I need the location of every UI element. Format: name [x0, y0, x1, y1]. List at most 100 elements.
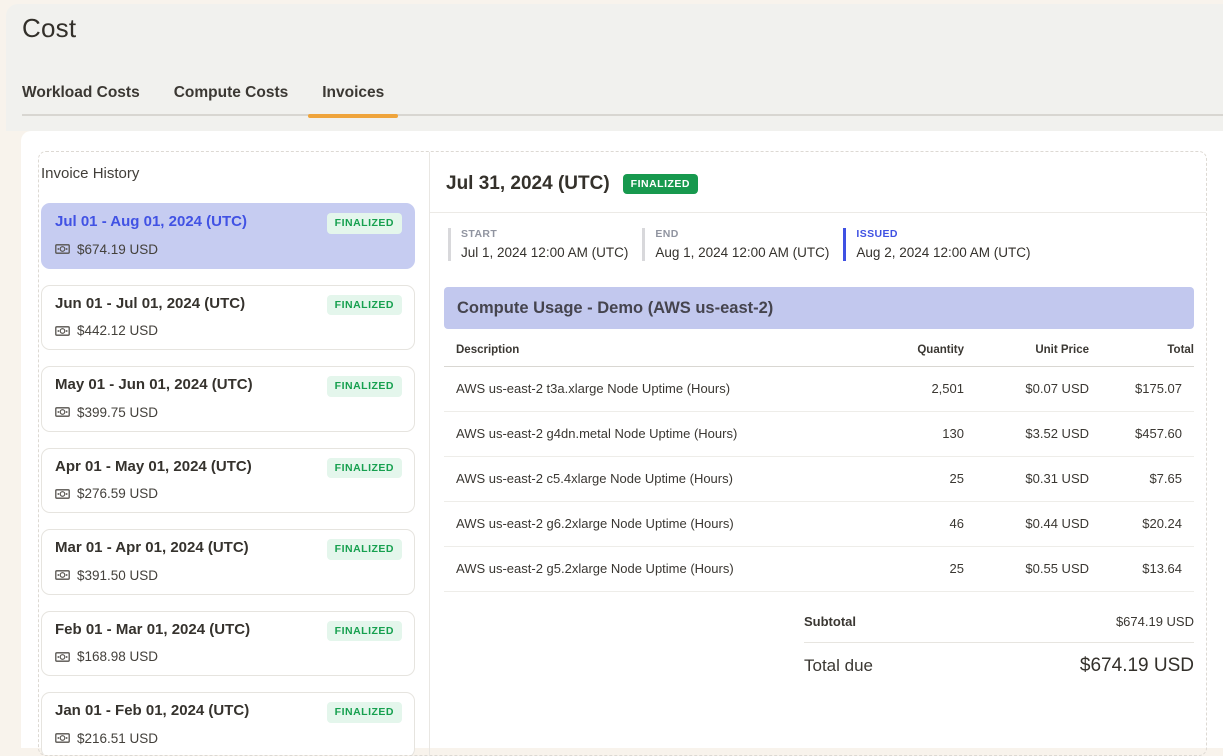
- usage-description: AWS us-east-2 g4dn.metal Node Uptime (Ho…: [444, 412, 824, 457]
- invoices-content-frame: Invoice History Jul 01 - Aug 01, 2024 (U…: [38, 151, 1207, 756]
- meta-label: END: [655, 228, 829, 241]
- usage-quantity: 130: [824, 412, 964, 457]
- invoice-date-range: Feb 01 - Mar 01, 2024 (UTC): [55, 621, 250, 639]
- page-title: Cost: [22, 13, 76, 44]
- usage-table-row: AWS us-east-2 g5.2xlarge Node Uptime (Ho…: [444, 547, 1194, 592]
- invoice-amount: $399.75 USD: [77, 404, 158, 421]
- subtotal-value: $674.19 USD: [1116, 614, 1194, 629]
- finalized-status-badge: FINALIZED: [327, 621, 402, 642]
- cash-icon: [55, 651, 70, 663]
- usage-column-header: Unit Price: [964, 329, 1089, 367]
- invoice-amount-row: $276.59 USD: [55, 485, 402, 502]
- usage-unit-price: $0.31 USD: [964, 457, 1089, 502]
- usage-unit-price: $0.44 USD: [964, 502, 1089, 547]
- usage-total: $13.64: [1089, 547, 1194, 592]
- usage-quantity: 2,501: [824, 367, 964, 412]
- usage-total: $7.65: [1089, 457, 1194, 502]
- cash-icon: [55, 243, 70, 255]
- usage-column-header: Total: [1089, 329, 1194, 367]
- invoice-card[interactable]: Jul 01 - Aug 01, 2024 (UTC) FINALIZED $6…: [41, 203, 415, 269]
- usage-total: $20.24: [1089, 502, 1194, 547]
- total-due-row: Total due $674.19 USD: [804, 643, 1194, 677]
- invoice-card[interactable]: Jan 01 - Feb 01, 2024 (UTC) FINALIZED $2…: [41, 692, 415, 756]
- meta-value: Aug 2, 2024 12:00 AM (UTC): [856, 244, 1030, 261]
- tab-label: Workload Costs: [22, 84, 140, 101]
- usage-table: Description Quantity Unit Price Total A: [444, 329, 1194, 592]
- meta-label: START: [461, 228, 628, 241]
- usage-quantity: 25: [824, 457, 964, 502]
- invoice-detail-header: Jul 31, 2024 (UTC) FINALIZED: [430, 152, 1206, 213]
- invoice-card-top: Jul 01 - Aug 01, 2024 (UTC) FINALIZED: [55, 213, 402, 234]
- usage-total: $175.07: [1089, 367, 1194, 412]
- invoice-card-top: Apr 01 - May 01, 2024 (UTC) FINALIZED: [55, 458, 402, 479]
- finalized-status-badge: FINALIZED: [623, 174, 698, 195]
- invoice-totals: Subtotal $674.19 USD Total due $674.19 U…: [804, 614, 1194, 677]
- tab[interactable]: Workload Costs: [22, 83, 140, 102]
- meta-value: Jul 1, 2024 12:00 AM (UTC): [461, 244, 628, 261]
- invoice-card-top: Jun 01 - Jul 01, 2024 (UTC) FINALIZED: [55, 295, 402, 316]
- finalized-status-badge: FINALIZED: [327, 539, 402, 560]
- invoice-card[interactable]: Apr 01 - May 01, 2024 (UTC) FINALIZED $2…: [41, 448, 415, 514]
- total-due-label: Total due: [804, 656, 873, 676]
- subtotal-row: Subtotal $674.19 USD: [804, 614, 1194, 643]
- invoice-amount-row: $674.19 USD: [55, 241, 402, 258]
- invoice-card[interactable]: Feb 01 - Mar 01, 2024 (UTC) FINALIZED $1…: [41, 611, 415, 677]
- usage-table-header-row: Description Quantity Unit Price Total: [444, 329, 1194, 367]
- tab[interactable]: Invoices: [322, 83, 384, 102]
- invoice-meta-row: START Jul 1, 2024 12:00 AM (UTC) END Aug…: [430, 213, 1206, 261]
- invoice-amount-row: $216.51 USD: [55, 730, 402, 747]
- finalized-status-badge: FINALIZED: [327, 213, 402, 234]
- invoice-card[interactable]: May 01 - Jun 01, 2024 (UTC) FINALIZED $3…: [41, 366, 415, 432]
- total-due-value: $674.19 USD: [1080, 655, 1194, 677]
- invoice-detail-pane: Jul 31, 2024 (UTC) FINALIZED START Jul 1…: [430, 152, 1206, 755]
- usage-total: $457.60: [1089, 412, 1194, 457]
- invoice-amount: $674.19 USD: [77, 241, 158, 258]
- invoice-card-top: Mar 01 - Apr 01, 2024 (UTC) FINALIZED: [55, 539, 402, 560]
- cash-icon: [55, 488, 70, 500]
- usage-unit-price: $0.55 USD: [964, 547, 1089, 592]
- usage-unit-price: $0.07 USD: [964, 367, 1089, 412]
- tab[interactable]: Compute Costs: [174, 83, 289, 102]
- finalized-status-badge: FINALIZED: [327, 702, 402, 723]
- cash-icon: [55, 406, 70, 418]
- invoice-date-range: Jan 01 - Feb 01, 2024 (UTC): [55, 702, 249, 720]
- invoice-date-range: Jun 01 - Jul 01, 2024 (UTC): [55, 295, 245, 313]
- invoice-card[interactable]: Mar 01 - Apr 01, 2024 (UTC) FINALIZED $3…: [41, 529, 415, 595]
- invoice-amount: $168.98 USD: [77, 648, 158, 665]
- invoice-card-top: May 01 - Jun 01, 2024 (UTC) FINALIZED: [55, 376, 402, 397]
- invoice-amount: $276.59 USD: [77, 485, 158, 502]
- invoice-card[interactable]: Jun 01 - Jul 01, 2024 (UTC) FINALIZED $4…: [41, 285, 415, 351]
- finalized-status-badge: FINALIZED: [327, 376, 402, 397]
- usage-description: AWS us-east-2 g5.2xlarge Node Uptime (Ho…: [444, 547, 824, 592]
- invoice-amount: $391.50 USD: [77, 567, 158, 584]
- tab-bar: Workload Costs Compute Costs Invoices: [22, 83, 1223, 116]
- usage-unit-price: $3.52 USD: [964, 412, 1089, 457]
- usage-description: AWS us-east-2 c5.4xlarge Node Uptime (Ho…: [444, 457, 824, 502]
- invoice-meta-item: START Jul 1, 2024 12:00 AM (UTC): [448, 228, 630, 261]
- cash-icon: [55, 732, 70, 744]
- invoice-history-title: Invoice History: [41, 165, 415, 183]
- meta-label: ISSUED: [856, 228, 1030, 241]
- meta-value: Aug 1, 2024 12:00 AM (UTC): [655, 244, 829, 261]
- usage-column-header: Description: [444, 329, 824, 367]
- invoice-meta-item: ISSUED Aug 2, 2024 12:00 AM (UTC): [843, 228, 1032, 261]
- main-panel: Invoice History Jul 01 - Aug 01, 2024 (U…: [21, 131, 1223, 748]
- page-header: Cost Workload Costs Compute Costs Invoic…: [6, 4, 1223, 131]
- invoice-date-range: Jul 01 - Aug 01, 2024 (UTC): [55, 213, 247, 231]
- usage-section-header: Compute Usage - Demo (AWS us-east-2): [444, 287, 1194, 329]
- invoice-amount-row: $168.98 USD: [55, 648, 402, 665]
- invoice-history-pane: Invoice History Jul 01 - Aug 01, 2024 (U…: [39, 152, 430, 755]
- usage-column-header: Quantity: [824, 329, 964, 367]
- tab-label: Compute Costs: [174, 84, 289, 101]
- usage-quantity: 25: [824, 547, 964, 592]
- invoice-amount: $442.12 USD: [77, 322, 158, 339]
- invoice-card-top: Jan 01 - Feb 01, 2024 (UTC) FINALIZED: [55, 702, 402, 723]
- usage-description: AWS us-east-2 g6.2xlarge Node Uptime (Ho…: [444, 502, 824, 547]
- invoice-detail-title: Jul 31, 2024 (UTC): [446, 173, 610, 195]
- invoice-amount-row: $391.50 USD: [55, 567, 402, 584]
- subtotal-label: Subtotal: [804, 614, 856, 629]
- usage-table-row: AWS us-east-2 t3a.xlarge Node Uptime (Ho…: [444, 367, 1194, 412]
- invoice-date-range: Mar 01 - Apr 01, 2024 (UTC): [55, 539, 249, 557]
- invoice-card-top: Feb 01 - Mar 01, 2024 (UTC) FINALIZED: [55, 621, 402, 642]
- invoice-amount: $216.51 USD: [77, 730, 158, 747]
